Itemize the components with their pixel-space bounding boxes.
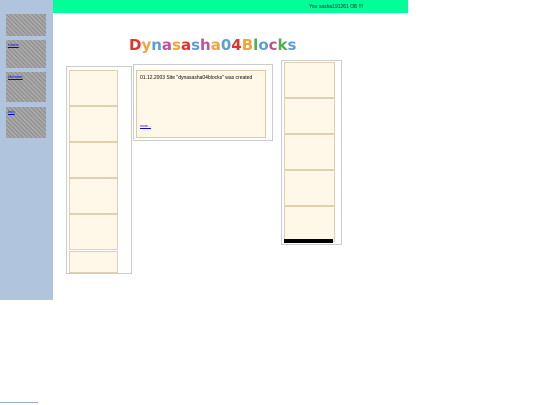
- logo-letter: s: [191, 36, 201, 54]
- left-block-4: [69, 178, 118, 214]
- right-block-1: [284, 62, 335, 98]
- logo-letter: k: [277, 36, 288, 54]
- left-block-6: [69, 251, 118, 273]
- left-block-2: [69, 106, 118, 142]
- site-logo: Dynasasha04Blocks: [129, 36, 296, 54]
- news-box: 01.12.2003 Site "dynasasha04blocks" was …: [136, 70, 266, 138]
- sidebar-link-home[interactable]: Home: [8, 42, 19, 47]
- logo-letter: o: [258, 36, 269, 54]
- sidebar: Home Member Info: [0, 0, 53, 300]
- logo-letter: c: [268, 36, 278, 54]
- logo-letter: D: [129, 36, 142, 54]
- left-block-3: [69, 142, 118, 178]
- logo-letter: B: [241, 36, 254, 54]
- user-info: You sasha191261 ОБ !!!: [309, 4, 363, 10]
- right-block-2: [284, 98, 335, 134]
- news-more-link[interactable]: more...: [140, 124, 151, 128]
- logo-letter: a: [161, 36, 173, 54]
- right-block-panel: [281, 60, 342, 245]
- left-block-5: [69, 214, 118, 250]
- logo-letter: a: [210, 36, 221, 54]
- left-block-panel: [66, 66, 132, 274]
- logo-letter: 4: [231, 36, 242, 54]
- logo-letter: s: [172, 36, 181, 54]
- right-block-4: [284, 170, 335, 206]
- right-footer-bar: [284, 239, 333, 243]
- logo-letter: y: [141, 36, 152, 54]
- bottom-divider: [0, 402, 38, 403]
- right-block-5: [284, 206, 335, 242]
- sidebar-image-1: [6, 14, 46, 36]
- sidebar-link-member[interactable]: Member: [8, 74, 23, 79]
- logo-letter: a: [180, 36, 192, 54]
- logo-letter: 0: [220, 36, 232, 54]
- sidebar-link-info[interactable]: Info: [8, 109, 15, 114]
- right-block-3: [284, 134, 335, 170]
- left-block-1: [69, 70, 118, 106]
- news-text: 01.12.2003 Site "dynasasha04blocks" was …: [140, 75, 253, 81]
- logo-letter: h: [200, 36, 211, 54]
- top-bar: You sasha191261 ОБ !!!: [53, 0, 408, 13]
- logo-letter: n: [151, 36, 162, 54]
- logo-letter: s: [287, 36, 297, 54]
